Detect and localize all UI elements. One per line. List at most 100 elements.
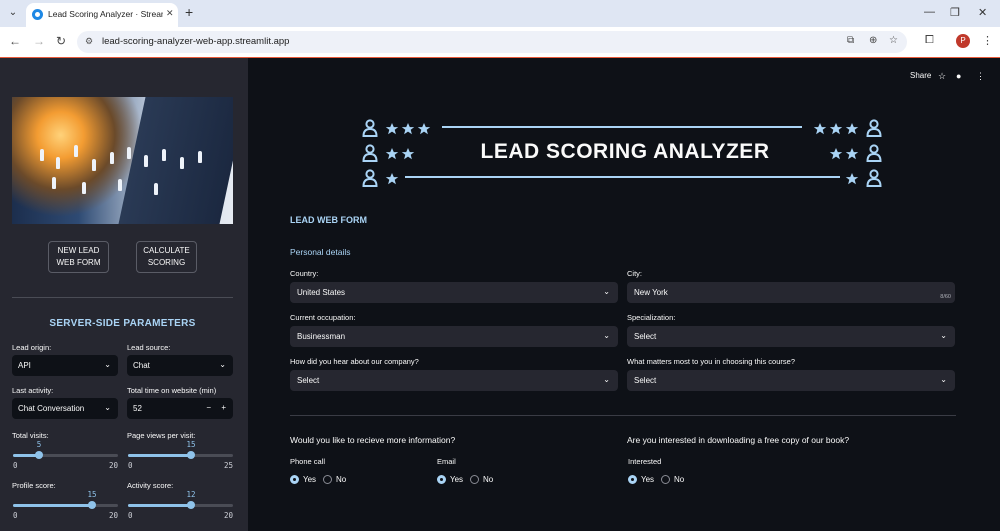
interested-label: Interested [628,457,662,466]
zoom-icon[interactable]: ⊕ [869,35,877,46]
slider-thumb[interactable] [187,451,195,459]
browser-menu-icon[interactable]: ⋮ [982,34,993,47]
chevron-down-icon: ⌄ [603,331,610,340]
page-views-slider[interactable]: 15 0 25 [128,440,233,470]
activity-score-slider[interactable]: 12 0 20 [128,490,233,520]
form-divider [290,415,956,416]
page-views-label: Page views per visit: [127,431,196,440]
browser-tab[interactable]: Lead Scoring Analyzer · Streamlit ✕ [26,3,178,27]
hear-about-select[interactable]: Select ⌄ [290,370,618,391]
slider-thumb[interactable] [187,501,195,509]
install-app-icon[interactable]: ⧉ [847,35,854,46]
total-visits-slider[interactable]: 5 0 20 [13,440,118,470]
activity-score-label: Activity score: [127,481,174,490]
country-select[interactable]: United States ⌄ [290,282,618,303]
slider-max: 20 [223,511,233,520]
occupation-value: Businessman [297,332,346,341]
extensions-icon[interactable]: ⧠ [925,34,934,47]
country-value: United States [297,288,346,297]
occupation-label: Current occupation: [290,313,356,322]
city-input[interactable]: New York 8/60 [627,282,955,303]
lead-web-form-heading: LEAD WEB FORM [290,215,367,225]
close-window-icon[interactable]: ✕ [978,6,987,19]
specialization-select[interactable]: Select ⌄ [627,326,955,347]
address-bar[interactable]: ⚙ lead-scoring-analyzer-web-app.streamli… [77,31,907,53]
restore-icon[interactable]: ❐ [950,6,960,19]
lead-origin-value: API [18,361,31,370]
chevron-down-icon: ⌄ [940,331,947,340]
increment-button[interactable]: + [221,403,226,412]
slider-max: 20 [108,461,118,470]
chevron-down-icon: ⌄ [104,360,111,369]
more-info-question: Would you like to recieve more informati… [290,435,456,445]
bookmark-star-icon[interactable]: ☆ [889,35,898,46]
chevron-down-icon: ⌄ [219,360,226,369]
forward-icon[interactable]: → [33,35,45,47]
banner: LEAD SCORING ANALYZER [355,110,895,195]
app-title: LEAD SCORING ANALYZER [480,140,770,163]
lead-origin-select[interactable]: API ⌄ [12,355,118,376]
profile-score-label: Profile score: [12,481,56,490]
slider-min: 0 [13,461,18,470]
radio-label: Yes [303,475,317,484]
lead-origin-label: Lead origin: [12,343,52,352]
server-side-parameters-title: SERVER-SIDE PARAMETERS [49,318,196,329]
new-lead-label-line1: NEW LEAD [57,246,100,255]
sidebar: NEW LEAD WEB FORM CALCULATE SCORING SERV… [0,58,248,531]
radio-unselected-icon [661,475,670,484]
calculate-scoring-button[interactable]: CALCULATE SCORING [136,241,197,273]
time-on-website-label: Total time on website (min) [127,386,217,395]
lead-source-select[interactable]: Chat ⌄ [127,355,233,376]
github-icon[interactable]: ● [956,71,961,81]
book-question: Are you interested in downloading a free… [627,435,850,445]
slider-max: 25 [223,461,233,470]
slider-value: 15 [186,440,196,449]
decrement-button[interactable]: − [206,403,211,412]
calculate-label-line1: CALCULATE [143,246,190,255]
sidebar-hero-image [12,97,233,224]
slider-value: 15 [87,490,97,499]
url-text: lead-scoring-analyzer-web-app.streamlit.… [102,36,290,47]
close-tab-icon[interactable]: ✕ [166,8,174,19]
radio-selected-icon [437,475,446,484]
matters-most-select[interactable]: Select ⌄ [627,370,955,391]
slider-min: 0 [13,511,18,520]
sidebar-divider [12,297,233,298]
personal-details-heading: Personal details [290,247,351,257]
slider-min: 0 [128,511,133,520]
site-info-icon[interactable]: ⚙ [85,36,93,47]
lead-source-value: Chat [133,361,150,370]
slider-thumb[interactable] [88,501,96,509]
time-on-website-value: 52 [133,404,142,413]
radio-selected-icon [290,475,299,484]
reload-icon[interactable]: ↻ [56,35,66,47]
slider-value: 12 [186,490,196,499]
profile-avatar[interactable]: P [956,34,970,48]
radio-unselected-icon [470,475,479,484]
city-label: City: [627,269,642,278]
new-tab-icon[interactable]: + [185,5,193,19]
chevron-down-icon: ⌄ [104,403,111,412]
chevron-down-icon: ⌄ [603,287,610,296]
back-icon[interactable]: ← [9,35,21,47]
character-counter: 8/60 [940,294,951,300]
share-button[interactable]: Share [910,71,931,80]
hear-about-value: Select [297,376,320,385]
main-menu-icon[interactable]: ⋮ [976,71,985,82]
star-icon[interactable]: ☆ [938,71,946,82]
radio-label: No [336,475,347,484]
new-lead-label-line2: WEB FORM [56,258,101,267]
occupation-select[interactable]: Businessman ⌄ [290,326,618,347]
phone-call-label: Phone call [290,457,326,466]
browser-tab-bar: ⌄ Lead Scoring Analyzer · Streamlit ✕ + … [0,0,1000,27]
tab-title: Lead Scoring Analyzer · Streamlit [48,9,163,19]
radio-label: Yes [450,475,464,484]
minimize-icon[interactable]: — [924,6,935,18]
time-on-website-number-input[interactable]: 52 − + [127,398,233,419]
slider-thumb[interactable] [35,451,43,459]
profile-score-slider[interactable]: 15 0 20 [13,490,118,520]
new-lead-web-form-button[interactable]: NEW LEAD WEB FORM [48,241,109,273]
tab-search-chevron-icon[interactable]: ⌄ [5,5,21,21]
last-activity-label: Last activity: [12,386,54,395]
last-activity-select[interactable]: Chat Conversation ⌄ [12,398,118,419]
